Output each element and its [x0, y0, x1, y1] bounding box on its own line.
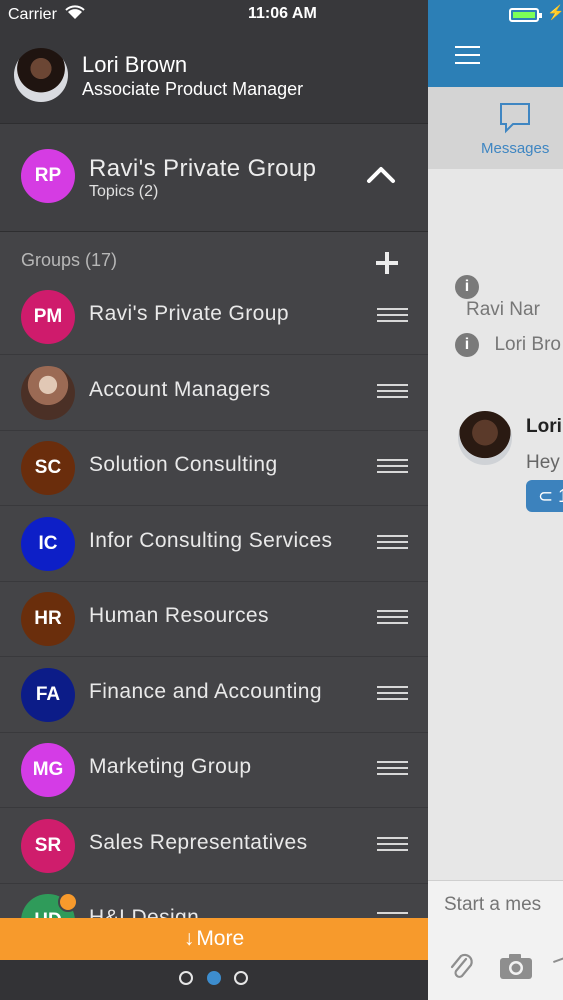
group-name: Ravi's Private Group	[89, 302, 289, 325]
message-author: Lori	[526, 416, 562, 437]
profile-header[interactable]: Carrier 11:06 AM Lori Brown Associate Pr…	[0, 0, 428, 123]
speech-bubble-icon	[500, 103, 530, 134]
group-name: H&I Design	[89, 906, 200, 918]
current-group-header[interactable]: RP Ravi's Private Group Topics (2)	[0, 123, 428, 232]
status-bar-left: Carrier	[8, 5, 86, 24]
current-group-topics: Topics (2)	[89, 183, 159, 200]
info-row: i Lori Bro	[455, 333, 561, 357]
current-group-name: Ravi's Private Group	[89, 155, 317, 182]
chevron-up-icon[interactable]	[366, 165, 396, 185]
conversation-header: ⚡	[428, 0, 563, 87]
wifi-icon	[65, 5, 86, 19]
profile-title: Associate Product Manager	[82, 79, 304, 99]
group-row[interactable]: SR Sales Representatives	[0, 808, 428, 884]
info-icon: i	[455, 275, 479, 299]
carrier-label: Carrier	[8, 6, 57, 23]
message-avatar[interactable]	[458, 411, 512, 465]
tab-messages[interactable]: Messages	[468, 97, 563, 163]
message-text: Hey	[526, 452, 560, 473]
camera-icon[interactable]	[498, 951, 534, 981]
group-name: Infor Consulting Services	[89, 529, 333, 552]
group-list: PM Ravi's Private Group Account Managers SC…	[0, 279, 428, 918]
attachment-count: 1	[558, 486, 563, 506]
charging-icon: ⚡	[547, 4, 563, 20]
profile-name: Lori Brown	[82, 52, 188, 77]
group-row[interactable]: SC Solution Consulting	[0, 430, 428, 506]
page-dot[interactable]	[179, 971, 193, 985]
arrow-down-icon: ↓	[183, 927, 195, 950]
group-row[interactable]: MG Marketing Group	[0, 732, 428, 808]
drag-handle-icon[interactable]	[377, 384, 408, 398]
group-name: Finance and Accounting	[89, 680, 322, 703]
tab-bar: Messages	[428, 87, 563, 169]
drag-handle-icon[interactable]	[377, 761, 408, 775]
paperclip-icon: ⊂	[538, 486, 554, 506]
status-time: 11:06 AM	[248, 5, 317, 22]
group-avatar	[21, 366, 75, 420]
group-name: Solution Consulting	[89, 453, 278, 476]
drag-handle-icon[interactable]	[377, 610, 408, 624]
group-row[interactable]: FA Finance and Accounting	[0, 657, 428, 733]
tab-messages-label: Messages	[481, 140, 550, 157]
group-avatar: IC	[21, 517, 75, 571]
group-avatar: MG	[21, 743, 75, 797]
group-row[interactable]: HR Human Resources	[0, 581, 428, 657]
battery-icon	[509, 8, 542, 22]
page-indicator	[0, 960, 428, 1000]
more-button[interactable]: ↓ More	[0, 918, 428, 960]
info-text: Lori Bro	[494, 334, 561, 355]
compose-area	[428, 880, 563, 1000]
page-dot-active[interactable]	[207, 971, 221, 985]
drag-handle-icon[interactable]	[377, 459, 408, 473]
drag-handle-icon[interactable]	[377, 686, 408, 700]
info-icon: i	[455, 333, 479, 357]
info-text: Ravi Nar	[466, 299, 540, 320]
message-input[interactable]	[442, 893, 563, 917]
group-name: Sales Representatives	[89, 831, 308, 854]
navigation-drawer: Carrier 11:06 AM Lori Brown Associate Pr…	[0, 0, 428, 1000]
hamburger-menu-icon[interactable]	[455, 46, 480, 66]
group-row[interactable]: Account Managers	[0, 355, 428, 431]
add-group-icon[interactable]	[375, 251, 399, 275]
group-row[interactable]: HDH&I Design	[0, 883, 428, 918]
group-name: Marketing Group	[89, 755, 252, 778]
attachment-badge[interactable]: ⊂ 1	[526, 480, 563, 512]
group-avatar: PM	[21, 290, 75, 344]
group-avatar: HR	[21, 592, 75, 646]
paperclip-icon[interactable]	[446, 951, 476, 981]
group-avatar: SR	[21, 819, 75, 873]
group-avatar: SC	[21, 441, 75, 495]
avatar[interactable]	[14, 48, 68, 102]
drag-handle-icon[interactable]	[377, 308, 408, 322]
page-dot[interactable]	[234, 971, 248, 985]
groups-header-label: Groups (17)	[21, 250, 118, 270]
group-avatar: FA	[21, 668, 75, 722]
group-row[interactable]: IC Infor Consulting Services	[0, 506, 428, 582]
drag-handle-icon[interactable]	[377, 535, 408, 549]
group-name: Account Managers	[89, 378, 271, 401]
group-row[interactable]: PM Ravi's Private Group	[0, 279, 428, 355]
send-arrow-icon[interactable]	[553, 957, 563, 963]
notification-dot-icon	[58, 892, 78, 912]
group-name: Human Resources	[89, 604, 269, 627]
current-group-avatar: RP	[21, 149, 75, 203]
conversation-panel: ⚡ Messages i Ravi Nar i Lori Bro Lori He…	[428, 0, 563, 1000]
info-row: i Ravi Nar	[455, 275, 563, 321]
drag-handle-icon[interactable]	[377, 837, 408, 851]
more-label: More	[196, 927, 245, 950]
